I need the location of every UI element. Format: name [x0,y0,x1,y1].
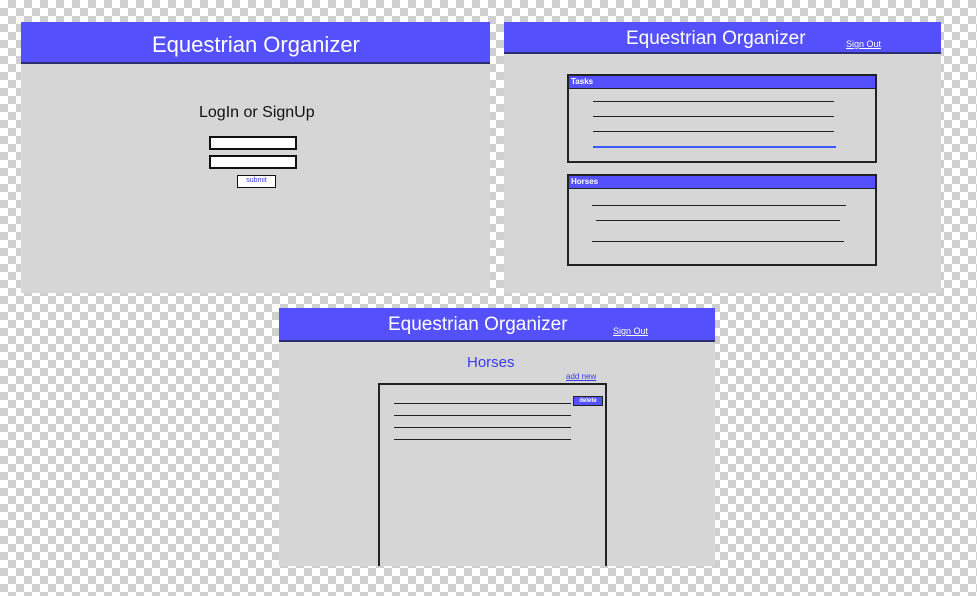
app-header: Equestrian Organizer Sign Out [504,22,941,54]
dashboard-screen: Created by Equestrian Organizer Sign Out… [504,22,941,293]
tasks-box: Tasks [567,74,877,163]
horse-list-row[interactable] [394,403,571,404]
horse-row-line[interactable] [592,205,846,206]
app-header: Equestrian Organizer Sign Out [279,308,715,342]
app-title: Equestrian Organizer [388,314,568,335]
submit-button[interactable]: submit [237,175,276,188]
horses-box: Horses [567,174,877,266]
task-row-line[interactable] [593,101,834,102]
login-screen: Equestrian Organizer LogIn or SignUp sub… [21,22,490,293]
task-row-line[interactable] [593,116,834,117]
app-title: Equestrian Organizer [152,32,360,57]
task-row-line-selected[interactable] [593,146,836,148]
horses-list-box: delete [378,383,607,566]
sign-out-link[interactable]: Sign Out [613,326,648,336]
login-heading: LogIn or SignUp [199,104,315,121]
horses-box-header: Horses [569,176,875,189]
horse-row-line[interactable] [596,220,840,221]
horses-screen: Equestrian Organizer Sign Out Horses add… [279,308,715,566]
task-row-line[interactable] [593,131,834,132]
horse-row-line[interactable] [592,241,844,242]
page-title: Horses [467,354,515,371]
app-header: Equestrian Organizer [21,22,490,64]
app-title: Equestrian Organizer [626,28,806,49]
delete-button[interactable]: delete [573,396,603,406]
password-field[interactable] [209,155,297,169]
sign-out-link[interactable]: Sign Out [846,39,881,49]
add-new-link[interactable]: add new [566,372,596,381]
username-field[interactable] [209,136,297,150]
horse-list-row[interactable] [394,427,571,428]
horse-list-row[interactable] [394,439,571,440]
tasks-box-header: Tasks [569,76,875,89]
horse-list-row[interactable] [394,415,571,416]
